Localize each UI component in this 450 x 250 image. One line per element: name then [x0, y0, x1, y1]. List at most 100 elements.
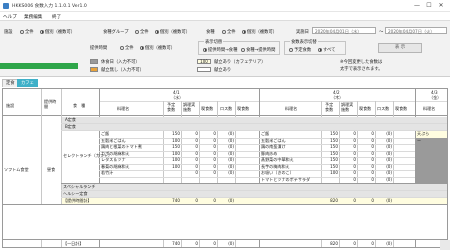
total-d2-loss: (0): [386, 241, 392, 246]
menu-cell-d2: ご飯: [261, 131, 270, 136]
time-all-radio[interactable]: 全件: [120, 45, 134, 51]
menu-cell-f1[interactable]: 0: [199, 131, 216, 137]
menu-cell-g2: (0): [386, 144, 392, 149]
menu-cell-f1[interactable]: 0: [199, 144, 216, 150]
legend-white-swatch: [197, 67, 211, 72]
menu-cell-e1[interactable]: 0: [181, 138, 198, 144]
menu-cell-e2[interactable]: 0: [339, 157, 356, 163]
menu-cell-v1[interactable]: 150: [163, 144, 180, 150]
menu-cell-e2[interactable]: 0: [339, 151, 356, 157]
scrollbar-corner[interactable]: [440, 240, 450, 250]
date-to-field[interactable]: 2020年04月07日（火）: [385, 27, 447, 34]
group-all-radio[interactable]: 全件: [135, 29, 149, 35]
menu-cell-d1: 鶏肉と根菜のトマト煮: [101, 144, 142, 149]
menu-cell-e1[interactable]: 0: [181, 157, 198, 163]
menu-cell-e2[interactable]: 0: [339, 138, 356, 144]
menu-exit[interactable]: 終了: [52, 14, 61, 20]
show-button[interactable]: 表 示: [378, 43, 422, 53]
tab-cafe[interactable]: カフェ: [17, 79, 38, 87]
filter-panel: 施設 全件 個別（複数可） 食種グループ 全件 個別（複数可） 食種 全件 個別…: [0, 21, 450, 77]
d2-subhdr-kisshoku: 喫食数: [359, 106, 372, 111]
shisetsu-individual-radio[interactable]: 個別（複数可）: [40, 29, 75, 35]
menu-cell-g1: (0): [228, 157, 234, 162]
group-individual-radio[interactable]: 個別（複数可）: [155, 29, 190, 35]
row-daily-total: 【一日計】: [63, 241, 84, 246]
total-d2-yotei: 820: [330, 241, 338, 246]
time-to-shokushu-radio[interactable]: 提供時間→食種: [203, 47, 237, 53]
d3-subhdr-ryouri: 料理名: [423, 106, 436, 111]
date-tilde: ～: [379, 30, 384, 35]
menu-cell-g2: (0): [386, 137, 392, 143]
display-switch-label: 表示切替: [204, 39, 224, 45]
d1-subhdr-chouri: 調理実施数: [183, 102, 196, 112]
menu-cell-f2[interactable]: 0: [357, 151, 374, 157]
menu-cell-e1[interactable]: 0: [181, 164, 198, 170]
teikyo-jikan-label: 提供時間: [90, 46, 108, 51]
menu-cell-e1[interactable]: 0: [181, 151, 198, 157]
menu-cell-e1[interactable]: 0: [181, 170, 198, 176]
menu-cell-f2[interactable]: 0: [357, 144, 374, 150]
menu-cell-d2: お吸い（きのこ）: [261, 170, 294, 175]
progress-bar: [0, 63, 78, 69]
total-d1-kisshoku: 0: [213, 241, 216, 246]
menu-cell-f2[interactable]: 0: [357, 177, 374, 183]
d1-subhdr-yotei: 予定食数: [167, 102, 176, 112]
shisetsu-all-radio[interactable]: 全件: [20, 29, 34, 35]
menu-edit[interactable]: 業務編集: [24, 14, 42, 20]
menu-cell-e2[interactable]: 0: [339, 131, 356, 137]
menu-help[interactable]: ヘルプ: [3, 14, 17, 20]
shokushu-label: 食種: [206, 30, 215, 35]
menu-cell-f1[interactable]: 0: [199, 138, 216, 144]
date-from-field[interactable]: 2020年04月01日（水）: [312, 27, 376, 34]
legend-gray-swatch: [90, 59, 98, 64]
menu-cell-v2[interactable]: 150: [321, 151, 338, 157]
shokushu-all-radio[interactable]: 全件: [222, 29, 236, 35]
menu-cell-e1[interactable]: 0: [181, 144, 198, 150]
facility-name: ソフトム食堂: [4, 167, 29, 172]
tab-row: 定食 カフェ: [0, 78, 450, 87]
maximize-icon[interactable]: ☐: [424, 2, 434, 10]
menu-cell-v1[interactable]: 100: [163, 164, 180, 170]
menu-cell-v2[interactable]: 100: [321, 170, 338, 176]
all-count-radio[interactable]: すべて: [318, 47, 335, 53]
app-icon: [3, 3, 9, 9]
menu-cell-e1[interactable]: 0: [181, 131, 198, 137]
menu-cell-v2[interactable]: 150: [321, 144, 338, 150]
time-individual-radio[interactable]: 個別（複数可）: [140, 45, 175, 51]
menu-cell-f2[interactable]: 0: [357, 170, 374, 176]
menu-cell-e2[interactable]: 0: [339, 164, 356, 170]
menu-cell-v2[interactable]: 150: [321, 157, 338, 163]
menu-cell-v1[interactable]: 100: [163, 138, 180, 144]
menu-cell-v1[interactable]: 100: [163, 157, 180, 163]
menu-cell-f1[interactable]: 0: [199, 157, 216, 163]
shokushu-individual-radio[interactable]: 個別（複数可）: [242, 29, 277, 35]
menu-cell-g2: (0): [386, 157, 392, 162]
jisshibi-label: 実施日: [296, 30, 309, 35]
shokushu-to-time-radio[interactable]: 食種→提供時間: [241, 47, 275, 53]
menu-cell-f2[interactable]: 0: [357, 138, 374, 144]
close-icon[interactable]: ✕: [436, 2, 446, 10]
minimize-icon[interactable]: —: [412, 2, 422, 10]
menu-cell-d3: ー: [417, 137, 422, 143]
menu-cell-v1[interactable]: 100: [163, 151, 180, 157]
menu-cell-e2[interactable]: 0: [339, 177, 356, 183]
menu-cell-v2[interactable]: 150: [321, 138, 338, 144]
col-header-shisetsu: 施設: [6, 103, 15, 108]
legend-yellow-swatch: 100: [197, 59, 211, 64]
menu-cell-v2[interactable]: 150: [321, 164, 338, 170]
planned-count-radio[interactable]: 予定食数: [289, 47, 311, 53]
data-grid: 施設 提供時間 食 種 4/1 （水） 4/2 （木） 4/3 （金） 料理名 …: [2, 88, 448, 248]
menu-cell-d1: 春菊の胡麻和え: [101, 163, 130, 169]
menu-cell-f1[interactable]: 0: [199, 151, 216, 157]
legend-kondate-ari-cafe: 献立あり（カフェテリア）: [214, 60, 266, 65]
menu-cell-f2[interactable]: 0: [357, 131, 374, 137]
menu-cell-v2[interactable]: 150: [321, 131, 338, 137]
menu-cell-f2[interactable]: 0: [357, 164, 374, 170]
menu-cell-f1[interactable]: 0: [199, 170, 216, 176]
menu-cell-f1[interactable]: 0: [199, 164, 216, 170]
menu-cell-e2[interactable]: 0: [339, 144, 356, 150]
d1-subhdr-kisshoku2: 喫食数: [237, 106, 250, 111]
menu-cell-v1[interactable]: 150: [163, 131, 180, 137]
menu-cell-e2[interactable]: 0: [339, 170, 356, 176]
menu-cell-f2[interactable]: 0: [357, 157, 374, 163]
